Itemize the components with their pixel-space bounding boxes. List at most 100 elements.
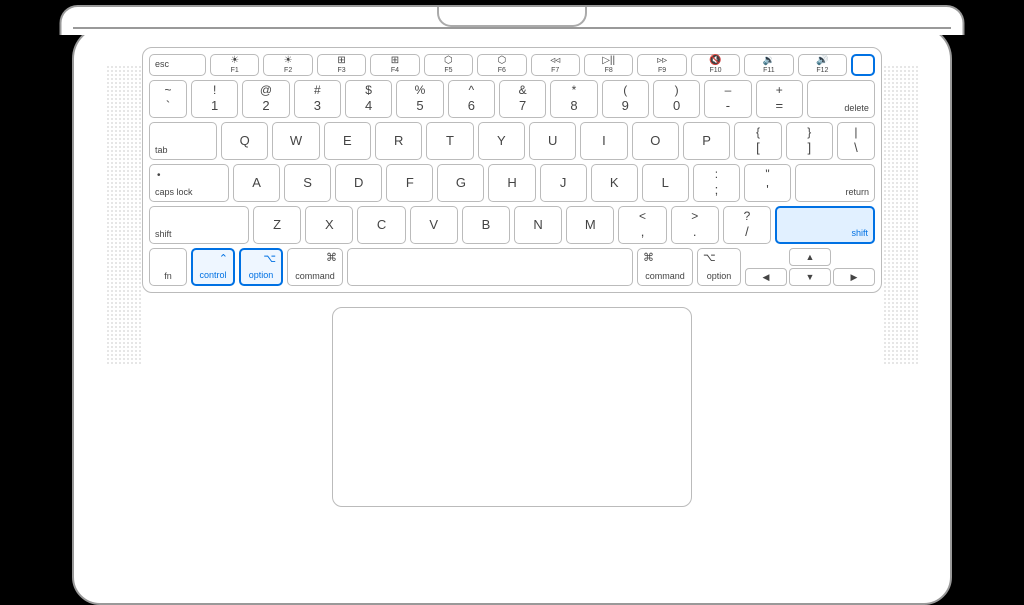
a-key[interactable]: A bbox=[233, 164, 280, 202]
z-key[interactable]: Z bbox=[253, 206, 301, 244]
p-key[interactable]: P bbox=[683, 122, 730, 160]
left-arrow-icon: ◀ bbox=[763, 272, 770, 283]
f12-key[interactable]: 🔊F12 bbox=[798, 54, 847, 76]
control-icon: ⌃ bbox=[219, 253, 228, 265]
1-key[interactable]: !1 bbox=[191, 80, 238, 118]
space-bar[interactable] bbox=[347, 248, 633, 286]
f7-key[interactable]: ◃◃F7 bbox=[531, 54, 580, 76]
x-key[interactable]: X bbox=[305, 206, 353, 244]
down-arrow-key[interactable]: ▼ bbox=[789, 268, 831, 286]
right-option-key[interactable]: ⌥option bbox=[697, 248, 741, 286]
3-key[interactable]: #3 bbox=[294, 80, 341, 118]
4-key[interactable]: $4 bbox=[345, 80, 392, 118]
minus-key[interactable]: –- bbox=[704, 80, 751, 118]
9-key[interactable]: (9 bbox=[602, 80, 649, 118]
f6-key[interactable]: ⬡F6 bbox=[477, 54, 526, 76]
return-key[interactable]: return bbox=[795, 164, 875, 202]
f2-key[interactable]: ☀F2 bbox=[263, 54, 312, 76]
left-option-key[interactable]: ⌥option bbox=[239, 248, 283, 286]
quote-key[interactable]: "' bbox=[744, 164, 791, 202]
w-key[interactable]: W bbox=[272, 122, 319, 160]
i-key[interactable]: I bbox=[580, 122, 627, 160]
n-key[interactable]: N bbox=[514, 206, 562, 244]
trackpad[interactable] bbox=[332, 307, 692, 507]
fast-forward-icon: ▹▹ bbox=[657, 56, 667, 66]
lbracket-key[interactable]: {[ bbox=[734, 122, 781, 160]
dnd-icon: ⬡ bbox=[497, 56, 506, 66]
left-shift-key[interactable]: shift bbox=[149, 206, 249, 244]
d-key[interactable]: D bbox=[335, 164, 382, 202]
u-key[interactable]: U bbox=[529, 122, 576, 160]
2-key[interactable]: @2 bbox=[242, 80, 289, 118]
right-arrow-key[interactable]: ▶ bbox=[833, 268, 875, 286]
f-key[interactable]: F bbox=[386, 164, 433, 202]
brightness-down-icon: ☀ bbox=[230, 56, 239, 66]
k-key[interactable]: K bbox=[591, 164, 638, 202]
o-key[interactable]: O bbox=[632, 122, 679, 160]
slash-key[interactable]: ?/ bbox=[723, 206, 771, 244]
hash-symbol: # bbox=[314, 84, 321, 97]
v-key[interactable]: V bbox=[410, 206, 458, 244]
slash-symbol: / bbox=[745, 225, 749, 239]
left-arrow-key[interactable]: ◀ bbox=[745, 268, 787, 286]
f8-key[interactable]: ▷||F8 bbox=[584, 54, 633, 76]
dquote-symbol: " bbox=[765, 168, 769, 181]
5-key[interactable]: %5 bbox=[396, 80, 443, 118]
function-row: esc ☀F1 ☀F2 ⊞F3 ⊞F4 ⬡F5 ⬡F6 ◃◃F7 ▷||F8 ▹… bbox=[149, 54, 875, 76]
y-key[interactable]: Y bbox=[478, 122, 525, 160]
esc-key[interactable]: esc bbox=[149, 54, 206, 76]
f11-label: F11 bbox=[763, 67, 775, 75]
f5-key[interactable]: ⬡F5 bbox=[424, 54, 473, 76]
6-key[interactable]: ^6 bbox=[448, 80, 495, 118]
f4-key[interactable]: ⊞F4 bbox=[370, 54, 419, 76]
f9-key[interactable]: ▹▹F9 bbox=[637, 54, 686, 76]
0-key[interactable]: )0 bbox=[653, 80, 700, 118]
right-arrow-icon: ▶ bbox=[851, 272, 858, 283]
lbracket-symbol: [ bbox=[756, 141, 760, 155]
rbracket-key[interactable]: }] bbox=[786, 122, 833, 160]
plus-symbol: + bbox=[776, 84, 783, 97]
f1-key[interactable]: ☀F1 bbox=[210, 54, 259, 76]
fn-key[interactable]: fn bbox=[149, 248, 187, 286]
caps-lock-key[interactable]: •caps lock bbox=[149, 164, 229, 202]
b-key[interactable]: B bbox=[462, 206, 510, 244]
j-key[interactable]: J bbox=[540, 164, 587, 202]
shift-row: shift Z X C V B N M <, >. ?/ shift bbox=[149, 206, 875, 244]
letter-r: R bbox=[394, 134, 403, 148]
right-shift-key[interactable]: shift bbox=[775, 206, 875, 244]
q-key[interactable]: Q bbox=[221, 122, 268, 160]
period-key[interactable]: >. bbox=[671, 206, 719, 244]
control-key[interactable]: ⌃control bbox=[191, 248, 235, 286]
delete-key[interactable]: delete bbox=[807, 80, 875, 118]
digit-0: 0 bbox=[673, 99, 680, 113]
s-key[interactable]: S bbox=[284, 164, 331, 202]
backtick-key[interactable]: ~` bbox=[149, 80, 187, 118]
g-key[interactable]: G bbox=[437, 164, 484, 202]
m-key[interactable]: M bbox=[566, 206, 614, 244]
l-key[interactable]: L bbox=[642, 164, 689, 202]
8-key[interactable]: *8 bbox=[550, 80, 597, 118]
f10-key[interactable]: 🔇F10 bbox=[691, 54, 740, 76]
e-key[interactable]: E bbox=[324, 122, 371, 160]
semicolon-key[interactable]: :; bbox=[693, 164, 740, 202]
up-arrow-key[interactable]: ▲ bbox=[789, 248, 831, 266]
macbook-diagram: esc ☀F1 ☀F2 ⊞F3 ⊞F4 ⬡F5 ⬡F6 ◃◃F7 ▷||F8 ▹… bbox=[72, 25, 952, 605]
t-key[interactable]: T bbox=[426, 122, 473, 160]
f11-key[interactable]: 🔉F11 bbox=[744, 54, 793, 76]
comma-key[interactable]: <, bbox=[618, 206, 666, 244]
h-key[interactable]: H bbox=[488, 164, 535, 202]
r-key[interactable]: R bbox=[375, 122, 422, 160]
7-key[interactable]: &7 bbox=[499, 80, 546, 118]
power-button[interactable] bbox=[851, 54, 875, 76]
speaker-grille-left bbox=[106, 65, 141, 365]
tab-key[interactable]: tab bbox=[149, 122, 217, 160]
right-command-key[interactable]: ⌘command bbox=[637, 248, 693, 286]
letter-n: N bbox=[533, 218, 542, 232]
equals-key[interactable]: += bbox=[756, 80, 803, 118]
f3-key[interactable]: ⊞F3 bbox=[317, 54, 366, 76]
letter-d: D bbox=[354, 176, 363, 190]
backslash-key[interactable]: |\ bbox=[837, 122, 875, 160]
c-key[interactable]: C bbox=[357, 206, 405, 244]
digit-8: 8 bbox=[570, 99, 577, 113]
left-command-key[interactable]: ⌘command bbox=[287, 248, 343, 286]
